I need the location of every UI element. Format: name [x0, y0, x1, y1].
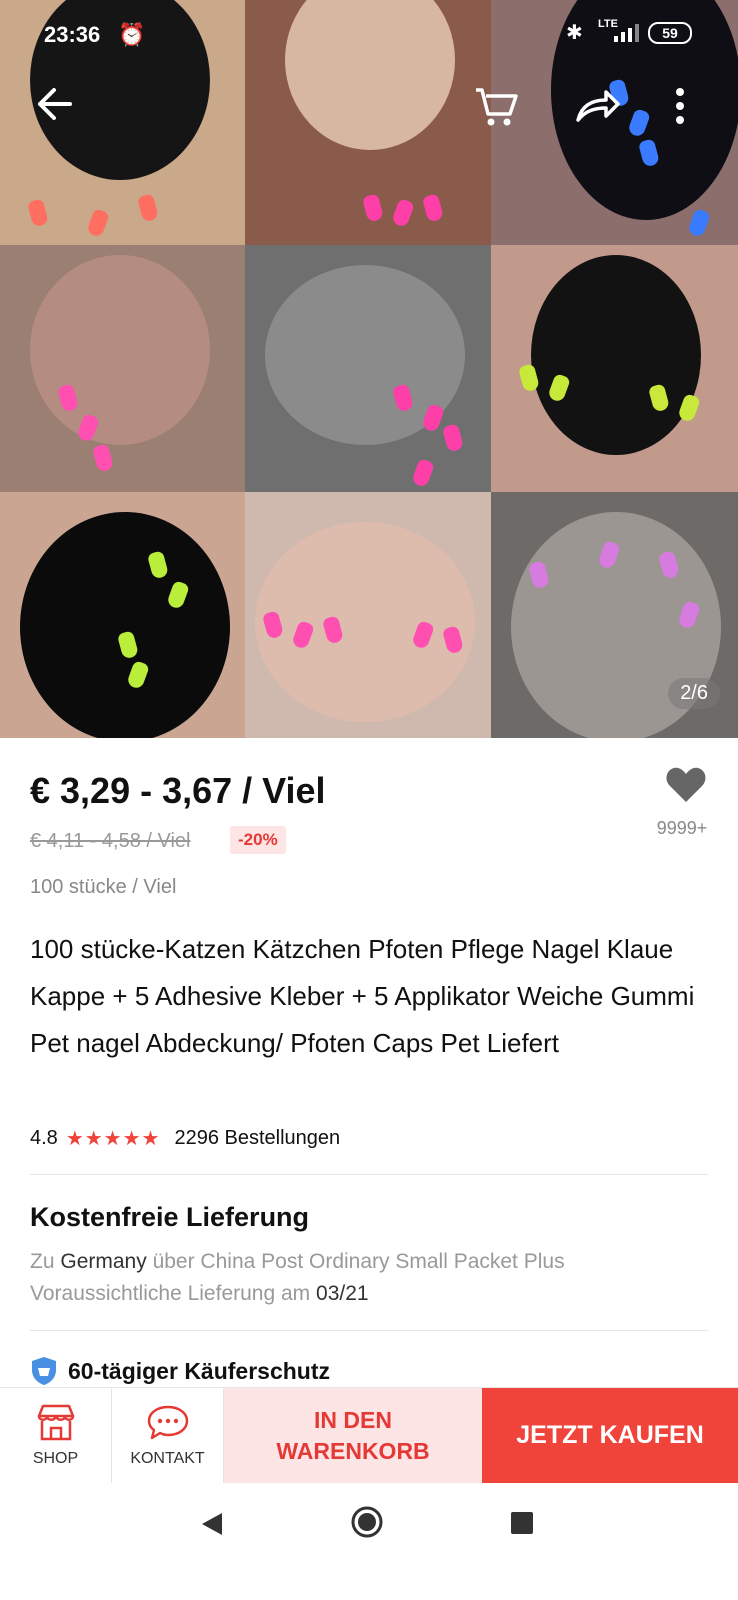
cat-body [531, 255, 701, 455]
eta-label: Voraussichtliche Lieferung am [30, 1282, 311, 1305]
bottom-action-bar: SHOP KONTAKT IN DEN WARENKORB JETZT KAUF… [0, 1387, 738, 1484]
nail-cap [91, 443, 115, 473]
shipping-title[interactable]: Kostenfreie Lieferung [30, 1202, 309, 1233]
nail-cap [687, 208, 711, 238]
nail-cap [361, 193, 385, 223]
shop-button[interactable]: SHOP [0, 1388, 112, 1484]
buyer-protection-label: 60-tägiger Käuferschutz [68, 1357, 331, 1384]
share-icon[interactable] [572, 84, 622, 128]
store-icon [37, 1404, 74, 1441]
add-to-cart-button[interactable]: IN DEN WARENKORB [224, 1388, 482, 1483]
divider [30, 1174, 708, 1175]
nail-cap [86, 208, 110, 238]
product-image-tile[interactable] [245, 492, 491, 738]
cart-icon[interactable] [472, 84, 520, 128]
buy-now-button[interactable]: JETZT KAUFEN [482, 1388, 738, 1483]
shipping-route[interactable]: Zu Germany über China Post Ordinary Smal… [30, 1250, 565, 1274]
bluetooth-icon: ✱ [566, 22, 583, 44]
original-price: € 4,11 - 4,58 / Viel [30, 830, 191, 852]
eta-date: 03/21 [316, 1282, 369, 1305]
product-image-tile[interactable] [0, 492, 245, 738]
battery-icon: 59 [648, 22, 692, 44]
nail-cap [441, 423, 465, 453]
signal-icon [614, 24, 639, 42]
alarm-icon: ⏰ [118, 22, 146, 47]
nail-cap [411, 458, 435, 488]
shipping-country: Germany [60, 1250, 147, 1273]
nail-cap [421, 193, 445, 223]
shipping-eta: Voraussichtliche Lieferung am 03/21 [30, 1282, 369, 1306]
rating-value: 4.8 [30, 1127, 58, 1149]
wishlist-count: 9999+ [656, 818, 708, 838]
buyer-protection[interactable]: 60-tägiger Käuferschutz [30, 1356, 330, 1386]
product-image-gallery[interactable] [0, 0, 738, 738]
shield-icon [32, 1357, 56, 1385]
status-bar: 23:36 ⏰ ✱ LTE 59 [0, 0, 738, 66]
nail-cap [136, 193, 160, 223]
cat-body [20, 512, 230, 738]
system-navigation-bar [0, 1483, 738, 1600]
shipping-to-label: Zu [30, 1250, 55, 1273]
cat-body [255, 522, 475, 722]
contact-button[interactable]: KONTAKT [112, 1388, 224, 1484]
back-arrow-icon[interactable] [32, 82, 76, 126]
chat-icon [147, 1405, 188, 1440]
clock: 23:36 [44, 22, 101, 47]
product-title: 100 stücke-Katzen Kätzchen Pfoten Pflege… [30, 934, 695, 1058]
cat-body [30, 255, 210, 445]
shop-label: SHOP [32, 1450, 79, 1467]
add-to-cart-label: IN DEN WARENKORB [276, 1406, 430, 1464]
shipping-method: über China Post Ordinary Small Packet Pl… [152, 1250, 565, 1273]
star-rating-icon: ★★★★★ [65, 1128, 161, 1150]
contact-label: KONTAKT [130, 1450, 205, 1467]
product-image-tile[interactable] [491, 245, 738, 492]
rating-row[interactable]: 4.8 ★★★★★ 2296 Bestellungen [30, 1126, 340, 1151]
wishlist-heart-icon[interactable] [664, 764, 708, 804]
nail-cap [26, 198, 50, 228]
lot-size: 100 stücke / Viel [30, 876, 177, 898]
discount-badge: -20% [230, 826, 286, 854]
nail-cap [391, 198, 415, 228]
product-image-tile[interactable] [0, 245, 245, 492]
product-image-tile[interactable] [245, 245, 491, 492]
image-counter: 2/6 [668, 678, 720, 709]
more-options-icon[interactable] [670, 84, 690, 128]
orders-count: 2296 Bestellungen [174, 1127, 341, 1149]
system-back-icon[interactable] [200, 1511, 224, 1537]
system-recents-icon[interactable] [511, 1512, 533, 1534]
divider [30, 1330, 708, 1331]
price-range: € 3,29 - 3,67 / Viel [30, 770, 326, 811]
system-home-icon[interactable] [350, 1505, 384, 1539]
